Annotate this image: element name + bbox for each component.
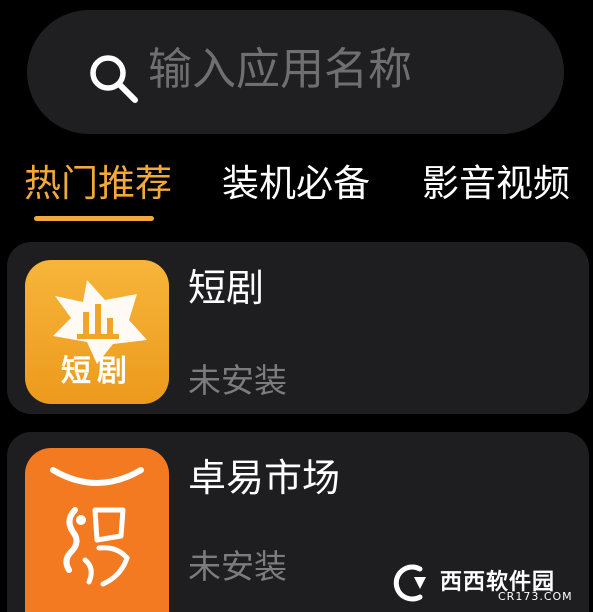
- category-tabs: 热门推荐 装机必备 影音视频: [0, 150, 593, 230]
- tab-video-audio[interactable]: 影音视频: [422, 160, 570, 208]
- zhuoyi-market-app-icon: [25, 448, 169, 612]
- app-list-item[interactable]: 短剧 短剧 未安装: [7, 242, 589, 414]
- zhuoyi-logo-icon: [25, 448, 169, 612]
- app-name: 卓易市场: [188, 456, 341, 500]
- watermark-subtext: CR173.COM: [498, 590, 573, 603]
- duanju-icon-label: 短剧: [61, 354, 133, 389]
- active-tab-indicator: [34, 216, 154, 221]
- duanju-app-icon: 短剧: [25, 260, 169, 404]
- search-icon[interactable]: [85, 50, 141, 106]
- install-status: 未安装: [188, 361, 287, 400]
- watermark: 西西软件园 CR173.COM: [390, 560, 580, 606]
- tab-hot-recommend[interactable]: 热门推荐: [24, 160, 172, 208]
- app-name: 短剧: [188, 266, 265, 310]
- app-screen: 热门推荐 装机必备 影音视频 短剧 短剧 未: [0, 0, 593, 612]
- watermark-logo-icon: [393, 564, 426, 602]
- search-input[interactable]: [148, 42, 528, 98]
- install-status: 未安装: [188, 547, 287, 586]
- tab-essentials[interactable]: 装机必备: [222, 160, 370, 208]
